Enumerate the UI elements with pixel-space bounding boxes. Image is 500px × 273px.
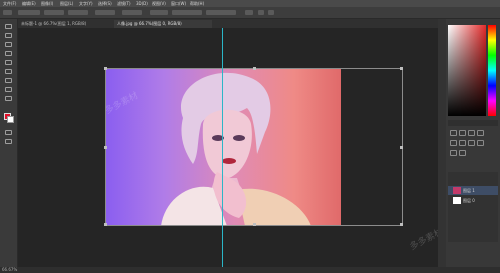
lasso-tool-icon[interactable] <box>4 41 13 48</box>
layer-row-1[interactable]: 图层 1 <box>448 186 498 195</box>
skew-field[interactable] <box>172 10 202 15</box>
background-color-swatch[interactable] <box>7 116 14 123</box>
width-field[interactable] <box>95 10 115 15</box>
transform-handle-middle-left[interactable] <box>104 146 107 149</box>
reference-point-field[interactable] <box>18 10 40 15</box>
menu-help[interactable]: 帮助(H) <box>190 0 204 7</box>
vibrance-icon[interactable] <box>450 140 457 146</box>
hue-saturation-icon[interactable] <box>459 140 466 146</box>
x-field[interactable] <box>44 10 64 15</box>
menu-bar: 文件(F) 编辑(E) 图像(I) 图层(L) 文字(Y) 选择(S) 滤镜(T… <box>0 0 500 7</box>
exposure-icon[interactable] <box>477 130 484 136</box>
transform-handle-bottom-left[interactable] <box>104 223 107 226</box>
layers-panel: 图层 1 图层 0 <box>448 172 498 242</box>
quick-select-tool-icon[interactable] <box>4 50 13 57</box>
transform-handle-top-left[interactable] <box>104 67 107 70</box>
transform-handle-bottom-right[interactable] <box>400 223 403 226</box>
quick-mask-icon[interactable] <box>4 129 13 136</box>
color-balance-icon[interactable] <box>468 140 475 146</box>
layer-name: 图层 0 <box>463 198 475 203</box>
transform-handle-top-right[interactable] <box>400 67 403 70</box>
warp-button[interactable] <box>245 10 253 15</box>
rotate-field[interactable] <box>150 10 168 15</box>
channel-mixer-icon[interactable] <box>459 150 466 156</box>
tools-panel <box>0 19 18 267</box>
tool-preset-picker[interactable] <box>3 10 12 15</box>
panel-tabs[interactable] <box>448 120 498 126</box>
menu-layer[interactable]: 图层(L) <box>60 0 73 7</box>
document-tabs: 未标题-1 @ 66.7%(图层 1, RGB/8) 人像.jpg @ 66.7… <box>18 19 438 28</box>
menu-select[interactable]: 选择(S) <box>98 0 112 7</box>
brush-tool-icon[interactable] <box>4 86 13 93</box>
tab-document-2[interactable]: 人像.jpg @ 66.7%(图层 0, RGB/8) <box>114 20 212 28</box>
menu-file[interactable]: 文件(F) <box>3 0 16 7</box>
menu-view[interactable]: 视图(V) <box>152 0 166 7</box>
transform-handle-top-middle[interactable] <box>253 67 256 70</box>
screen-mode-icon[interactable] <box>4 138 13 145</box>
options-bar <box>0 7 500 19</box>
menu-filter[interactable]: 滤镜(T) <box>117 0 131 7</box>
healing-tool-icon[interactable] <box>4 77 13 84</box>
transform-handle-middle-right[interactable] <box>400 146 403 149</box>
height-field[interactable] <box>122 10 142 15</box>
cancel-transform-button[interactable] <box>258 10 264 15</box>
menu-window[interactable]: 窗口(W) <box>171 0 186 7</box>
layer-thumbnail <box>453 197 461 204</box>
clone-stamp-tool-icon[interactable] <box>4 95 13 102</box>
layer-name: 图层 1 <box>463 188 475 193</box>
curves-icon[interactable] <box>468 130 475 136</box>
transform-handle-bottom-middle[interactable] <box>253 223 256 226</box>
photo-filter-icon[interactable] <box>450 150 457 156</box>
commit-transform-button[interactable] <box>268 10 274 15</box>
move-tool-icon[interactable] <box>4 23 13 30</box>
eyedropper-tool-icon[interactable] <box>4 68 13 75</box>
hue-slider[interactable] <box>488 25 496 116</box>
color-picker-field[interactable] <box>448 25 486 116</box>
interpolation-select[interactable] <box>206 10 236 15</box>
adjustments-icons <box>448 128 498 168</box>
black-white-icon[interactable] <box>477 140 484 146</box>
layer-row-0[interactable]: 图层 0 <box>448 196 498 205</box>
menu-image[interactable]: 图像(I) <box>41 0 53 7</box>
tab-document-1[interactable]: 未标题-1 @ 66.7%(图层 1, RGB/8) <box>18 20 116 28</box>
menu-type[interactable]: 文字(Y) <box>79 0 93 7</box>
y-field[interactable] <box>68 10 88 15</box>
marquee-tool-icon[interactable] <box>4 32 13 39</box>
brightness-icon[interactable] <box>450 130 457 136</box>
collapsed-panel-icons[interactable] <box>438 19 446 267</box>
crop-tool-icon[interactable] <box>4 59 13 66</box>
zoom-readout[interactable]: 66.67% <box>2 267 17 273</box>
menu-3d[interactable]: 3D(D) <box>136 0 148 7</box>
layer-thumbnail <box>453 187 461 194</box>
vertical-guide-line[interactable] <box>222 28 223 267</box>
transform-bounding-box[interactable] <box>104 67 403 226</box>
menu-edit[interactable]: 编辑(E) <box>22 0 36 7</box>
levels-icon[interactable] <box>459 130 466 136</box>
status-bar: 66.67% <box>0 267 500 273</box>
